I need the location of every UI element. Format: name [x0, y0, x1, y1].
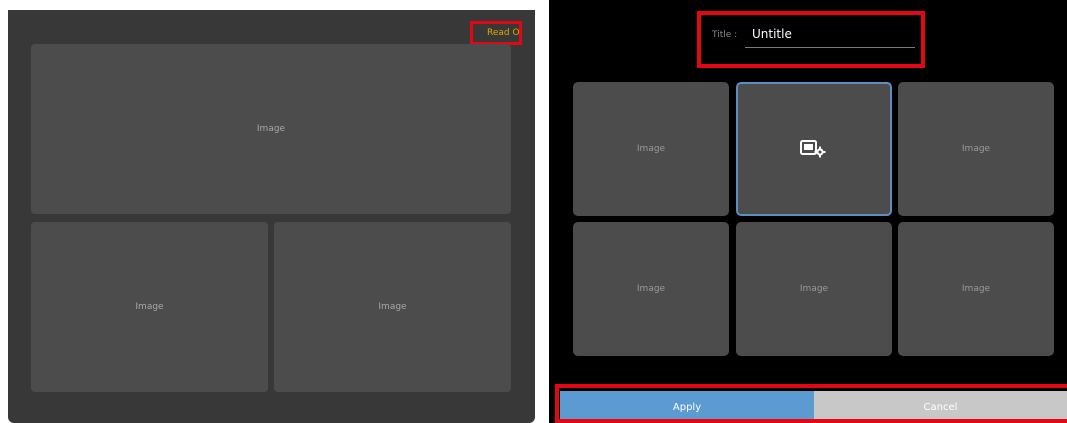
grid-tile-6[interactable]: Image — [898, 222, 1054, 356]
tile-label: Image — [961, 284, 991, 294]
grid-tile-1[interactable]: Image — [573, 82, 729, 216]
tile-label: Image — [256, 124, 286, 134]
title-input[interactable]: Untitle — [752, 27, 792, 41]
footer-highlight-box — [555, 384, 1067, 423]
grid-tile-3[interactable]: Image — [898, 82, 1054, 216]
tile-label: Image — [799, 284, 829, 294]
title-input-underline — [745, 47, 915, 48]
grid-tile-4[interactable]: Image — [573, 222, 729, 356]
grid-tile-2-selected[interactable] — [736, 82, 892, 216]
layout-edit-dialog: Title : Untitle Image Image Image Image — [549, 0, 1067, 423]
layout-preview-panel: Read Only Image Image Image — [8, 10, 535, 423]
image-settings-icon[interactable] — [799, 139, 829, 159]
tile-label: Image — [378, 302, 407, 312]
title-label: Title : — [712, 30, 738, 40]
layout-tile-bottom-right[interactable]: Image — [274, 222, 511, 392]
tile-label: Image — [636, 284, 666, 294]
grid-tile-5[interactable]: Image — [736, 222, 892, 356]
tile-label: Image — [961, 144, 991, 154]
read-only-badge: Read Only — [470, 21, 522, 45]
layout-tile-top[interactable]: Image — [31, 44, 511, 214]
tile-label: Image — [636, 144, 666, 154]
tile-label: Image — [135, 302, 164, 312]
layout-tile-bottom-left[interactable]: Image — [31, 222, 268, 392]
